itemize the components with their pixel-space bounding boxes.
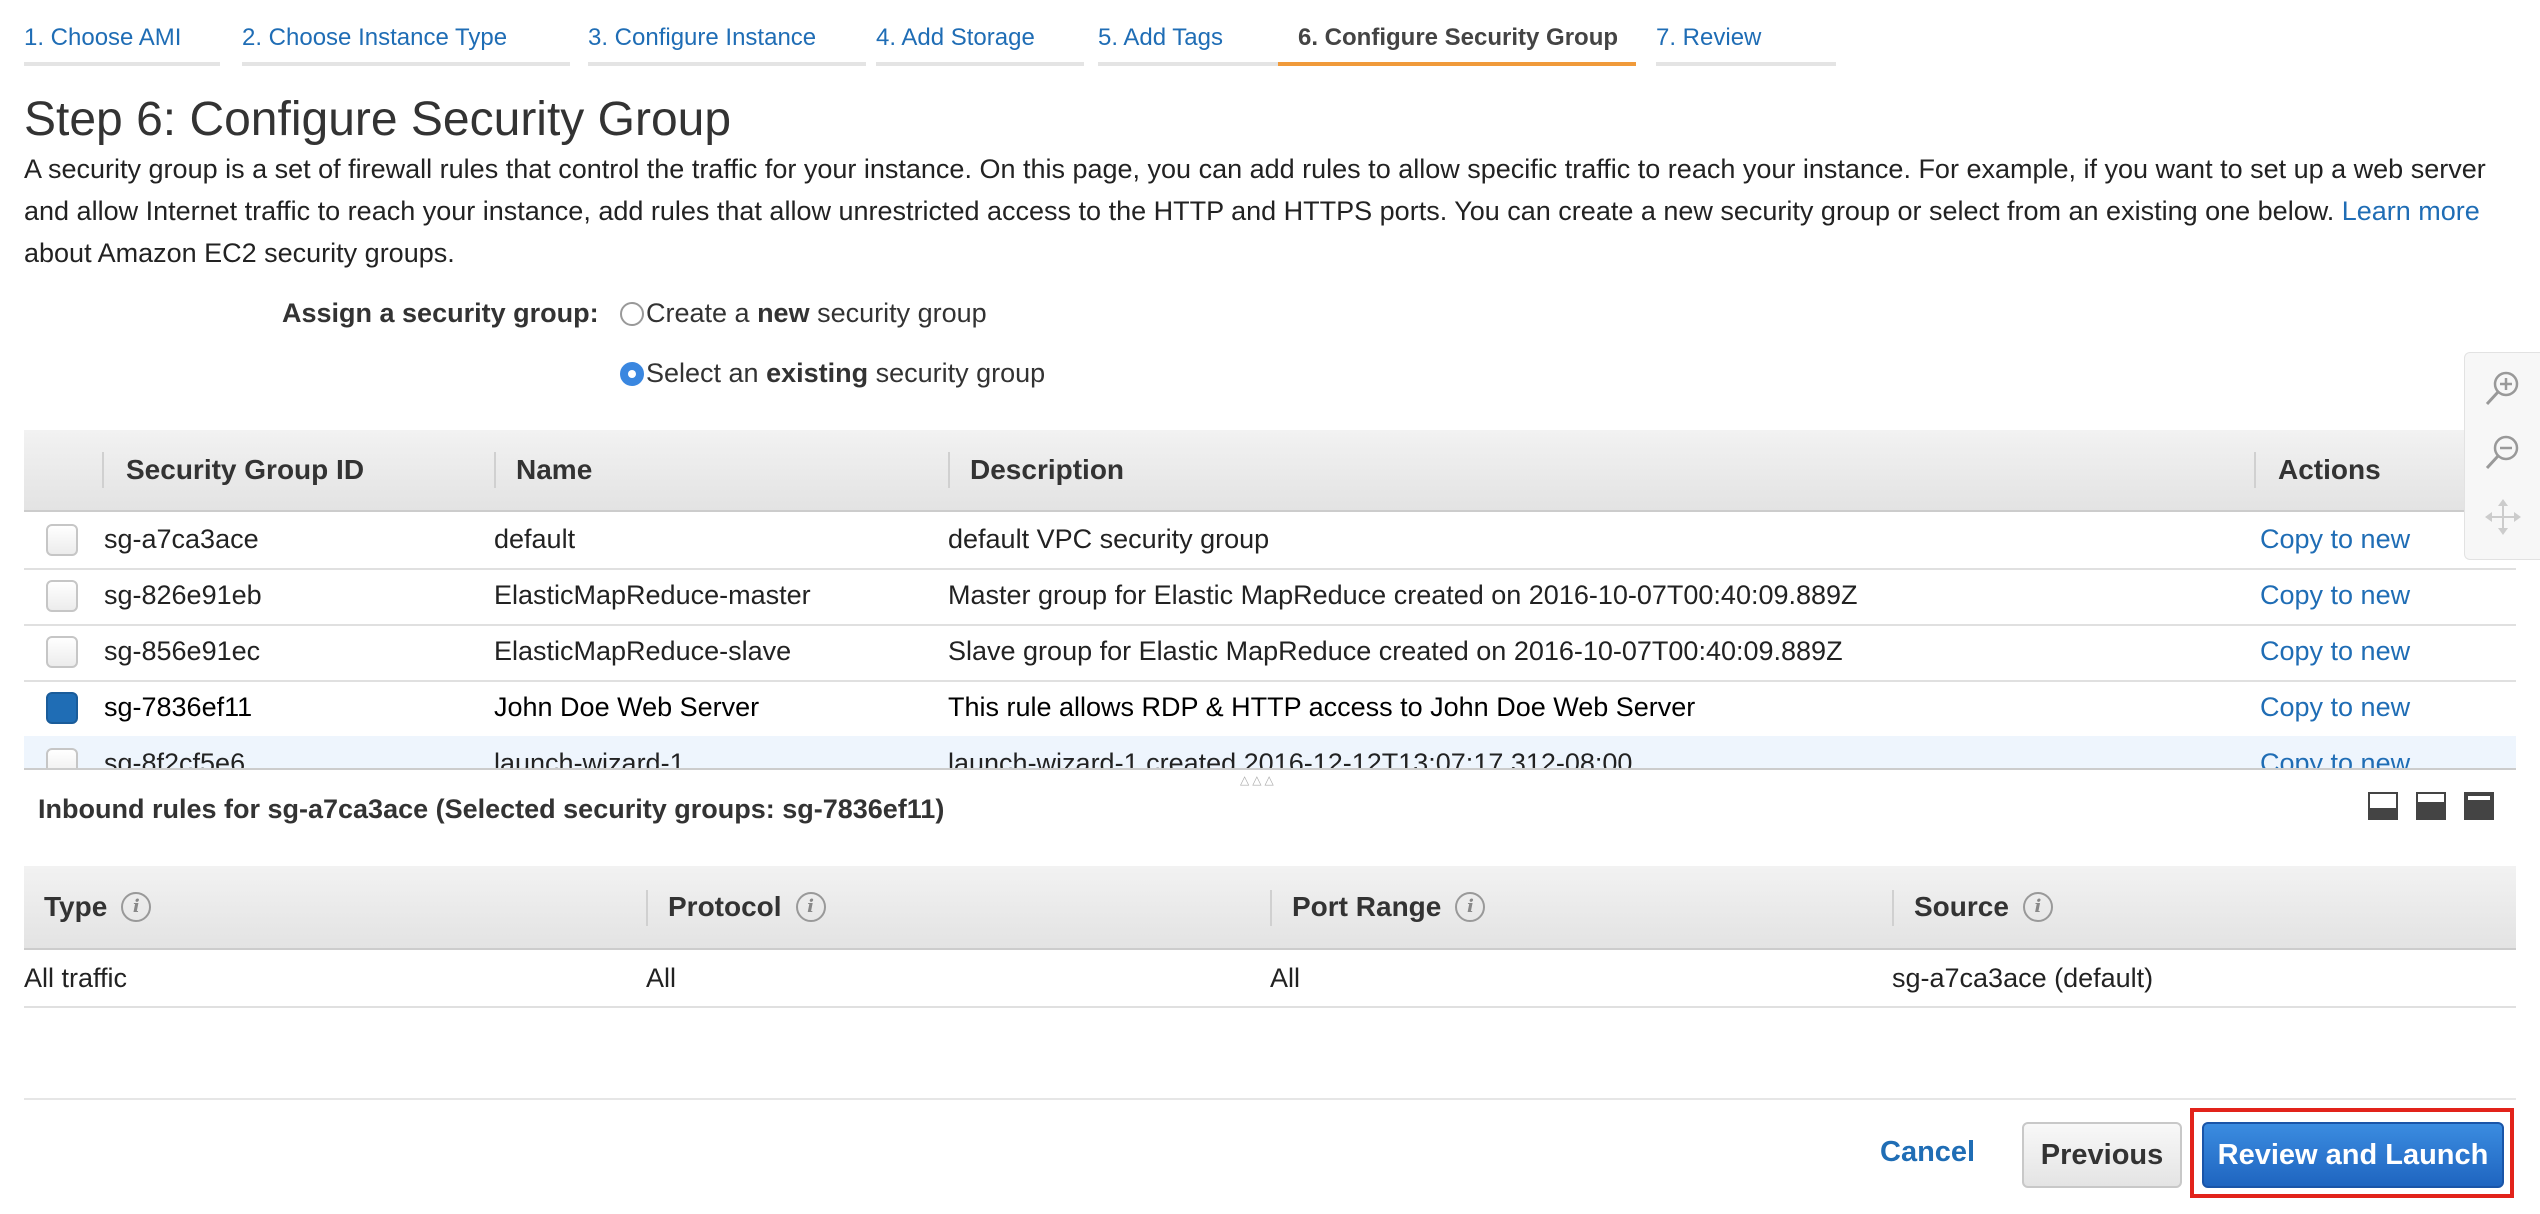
- tab-choose-ami[interactable]: 1. Choose AMI: [24, 0, 220, 66]
- column-divider: [1892, 890, 1894, 926]
- table-row[interactable]: sg-856e91ec ElasticMapReduce-slave Slave…: [24, 624, 2516, 682]
- tab-choose-instance-type[interactable]: 2. Choose Instance Type: [242, 0, 570, 66]
- copy-to-new-link[interactable]: Copy to new: [2260, 624, 2410, 678]
- security-group-name: John Doe Web Server: [494, 692, 760, 722]
- radio-create-new-group[interactable]: Create a new security group: [620, 298, 987, 329]
- column-divider: [1270, 890, 1272, 926]
- zoom-in-icon[interactable]: [2483, 369, 2523, 409]
- previous-button[interactable]: Previous: [2022, 1122, 2182, 1188]
- table-row-selected[interactable]: sg-7836ef11 John Doe Web Server This rul…: [24, 680, 2516, 738]
- column-header-protocol: Protocol i: [668, 866, 826, 948]
- row-checkbox[interactable]: [46, 580, 78, 612]
- security-group-id: sg-826e91eb: [104, 580, 262, 610]
- security-group-id: sg-856e91ec: [104, 636, 261, 666]
- column-header-port-range: Port Range i: [1292, 866, 1486, 948]
- zoom-out-icon[interactable]: [2483, 433, 2523, 473]
- column-divider: [646, 890, 648, 926]
- tab-add-tags[interactable]: 5. Add Tags: [1098, 0, 1278, 66]
- inbound-rules-title: Inbound rules for sg-a7ca3ace (Selected …: [38, 794, 945, 824]
- column-header-description[interactable]: Description: [970, 430, 1124, 510]
- tab-review[interactable]: 7. Review: [1656, 0, 1836, 66]
- column-divider: [948, 452, 950, 488]
- column-header-source: Source i: [1914, 866, 2053, 948]
- copy-to-new-link[interactable]: Copy to new: [2260, 736, 2410, 768]
- layout-top-icon[interactable]: [2464, 792, 2494, 820]
- security-group-table: Security Group ID Name Description Actio…: [24, 430, 2516, 770]
- column-divider: [494, 452, 496, 488]
- radio-button[interactable]: [620, 361, 644, 386]
- security-group-name: ElasticMapReduce-slave: [494, 636, 792, 666]
- table-row[interactable]: sg-826e91eb ElasticMapReduce-master Mast…: [24, 568, 2516, 626]
- security-group-description: launch-wizard-1 created 2016-12-12T13:07…: [948, 748, 1633, 770]
- copy-to-new-link[interactable]: Copy to new: [2260, 568, 2410, 622]
- radio-label: Create a new security group: [646, 298, 987, 328]
- security-group-name: ElasticMapReduce-master: [494, 580, 811, 610]
- radio-select-existing-group[interactable]: Select an existing security group: [620, 358, 1045, 389]
- radio-button[interactable]: [620, 301, 644, 326]
- security-group-name: default: [494, 524, 576, 554]
- radio-label: Select an existing security group: [646, 358, 1046, 388]
- cancel-button[interactable]: Cancel: [1880, 1136, 1975, 1169]
- intro-paragraph: A security group is a set of firewall ru…: [24, 148, 2514, 274]
- tab-add-storage[interactable]: 4. Add Storage: [876, 0, 1084, 66]
- info-icon[interactable]: i: [1455, 892, 1486, 922]
- security-group-description: Master group for Elastic MapReduce creat…: [948, 580, 1858, 610]
- security-group-description: default VPC security group: [948, 524, 1270, 554]
- column-header-security-group-id[interactable]: Security Group ID: [126, 430, 364, 510]
- rule-source: sg-a7ca3ace (default): [1892, 963, 2154, 993]
- row-checkbox[interactable]: [46, 524, 78, 556]
- column-divider: [102, 452, 104, 488]
- zoom-controls: [2464, 352, 2540, 560]
- copy-to-new-link[interactable]: Copy to new: [2260, 680, 2410, 734]
- page-title: Step 6: Configure Security Group: [24, 93, 732, 146]
- info-icon[interactable]: i: [795, 892, 826, 922]
- info-icon[interactable]: i: [121, 892, 152, 922]
- row-checkbox[interactable]: [46, 692, 78, 724]
- security-group-id: sg-7836ef11: [104, 692, 253, 722]
- table-header: Security Group ID Name Description Actio…: [24, 430, 2516, 512]
- security-group-id: sg-a7ca3ace: [104, 524, 259, 554]
- rule-protocol: All: [646, 963, 677, 993]
- footer-divider: [24, 1098, 2516, 1100]
- panel-layout-controls: [2368, 792, 2508, 824]
- resize-grip-icon[interactable]: △△△: [1240, 773, 1277, 787]
- table-header: Type i Protocol i Port Range i Source i: [24, 866, 2516, 950]
- review-and-launch-button[interactable]: Review and Launch: [2202, 1122, 2504, 1188]
- table-row[interactable]: sg-8f2cf5e6 launch-wizard-1 launch-wizar…: [24, 736, 2516, 770]
- column-header-name[interactable]: Name: [516, 430, 592, 510]
- table-row[interactable]: sg-a7ca3ace default default VPC security…: [24, 512, 2516, 570]
- tab-configure-security-group[interactable]: 6. Configure Security Group: [1278, 0, 1636, 66]
- layout-middle-icon[interactable]: [2416, 792, 2446, 820]
- rule-type: All traffic: [24, 963, 128, 993]
- learn-more-link[interactable]: Learn more: [2342, 196, 2480, 226]
- wizard-tabs: 1. Choose AMI 2. Choose Instance Type 3.…: [24, 0, 1844, 72]
- info-icon[interactable]: i: [2022, 892, 2053, 922]
- column-header-type: Type i: [44, 866, 152, 948]
- security-group-description: This rule allows RDP & HTTP access to Jo…: [948, 692, 1696, 722]
- row-checkbox[interactable]: [46, 748, 78, 768]
- column-header-actions: Actions: [2278, 454, 2381, 485]
- row-checkbox[interactable]: [46, 636, 78, 668]
- layout-bottom-icon[interactable]: [2368, 792, 2398, 820]
- security-group-id: sg-8f2cf5e6: [104, 748, 246, 770]
- security-group-description: Slave group for Elastic MapReduce create…: [948, 636, 1843, 666]
- move-icon[interactable]: [2483, 497, 2523, 537]
- learn-more-suffix: about Amazon EC2 security groups.: [24, 238, 455, 268]
- tab-configure-instance[interactable]: 3. Configure Instance: [588, 0, 866, 66]
- intro-text: A security group is a set of firewall ru…: [24, 154, 2486, 226]
- assign-security-group-label: Assign a security group:: [282, 298, 599, 328]
- table-row: All traffic All All sg-a7ca3ace (default…: [24, 950, 2516, 1008]
- copy-to-new-link[interactable]: Copy to new: [2260, 512, 2410, 566]
- column-divider: [2254, 452, 2256, 488]
- rule-port-range: All: [1270, 963, 1301, 993]
- security-group-name: launch-wizard-1: [494, 748, 685, 770]
